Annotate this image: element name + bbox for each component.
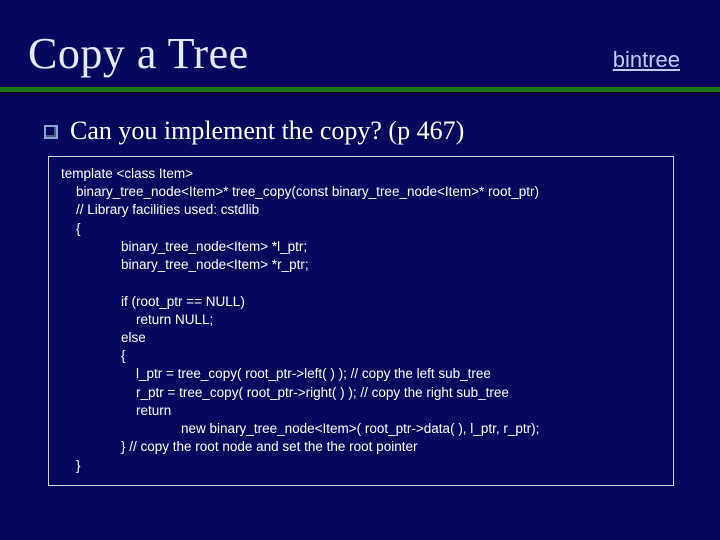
code-box: template <class Item> binary_tree_node<I… bbox=[48, 156, 674, 486]
title-row: Copy a Tree bintree bbox=[0, 0, 720, 87]
bullet-line: Can you implement the copy? (p 467) bbox=[44, 116, 684, 146]
slide: Copy a Tree bintree Can you implement th… bbox=[0, 0, 720, 540]
bullet-square-icon bbox=[44, 125, 58, 139]
bullet-text: Can you implement the copy? (p 467) bbox=[70, 116, 464, 146]
slide-title: Copy a Tree bbox=[28, 28, 249, 79]
divider-bar bbox=[0, 87, 720, 93]
content-area: Can you implement the copy? (p 467) temp… bbox=[0, 96, 720, 486]
bintree-link[interactable]: bintree bbox=[613, 47, 680, 79]
